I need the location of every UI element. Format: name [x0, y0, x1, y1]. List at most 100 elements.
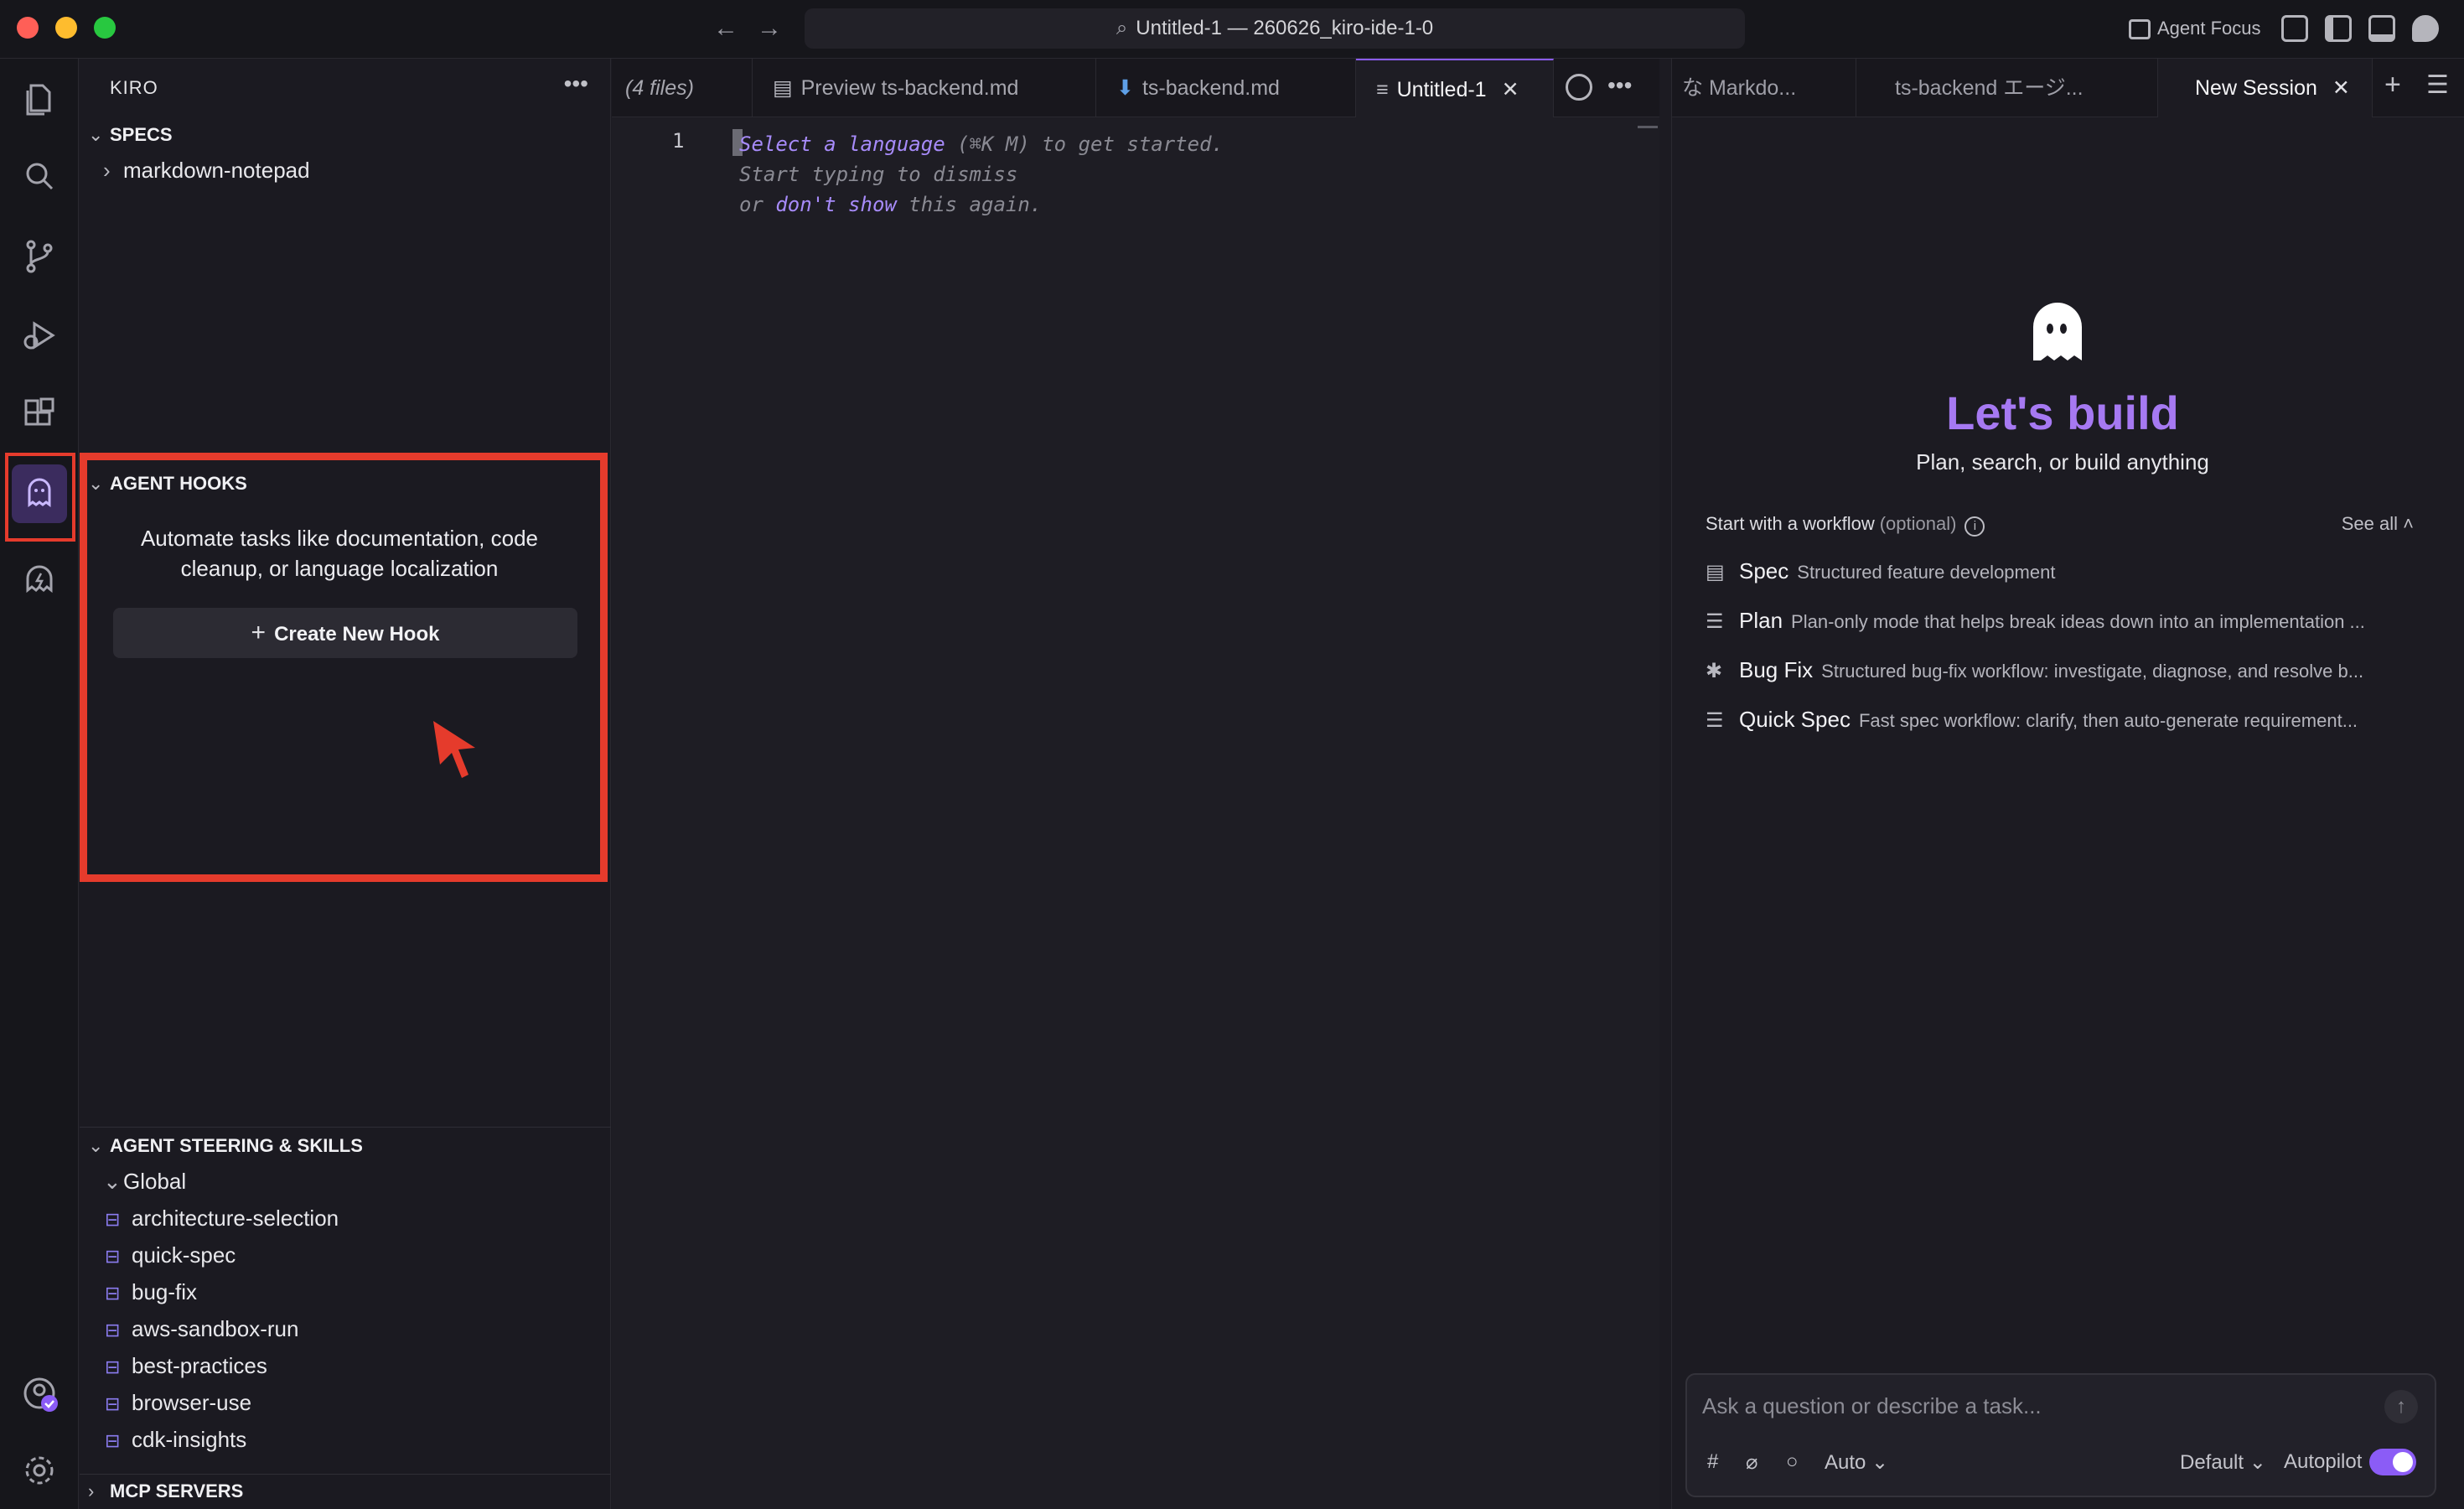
chat-feedback-icon[interactable]: [2412, 15, 2439, 42]
model-selector[interactable]: Auto ⌄: [1825, 1450, 1888, 1475]
select-language-link[interactable]: Select a language: [739, 132, 945, 156]
plus-icon: +: [251, 619, 267, 646]
command-center[interactable]: ⌕ Untitled-1 — 260626_kiro-ide-1-0: [805, 8, 1745, 49]
agent-hooks-section-header[interactable]: ⌄ AGENT HOOKS: [88, 473, 247, 495]
skill-item[interactable]: ⊟ quick-spec: [105, 1242, 236, 1268]
tab-label: Untitled-1: [1396, 78, 1487, 101]
hint-text: this again.: [896, 193, 1043, 216]
more-actions-icon[interactable]: •••: [564, 70, 588, 97]
close-tab-icon[interactable]: ✕: [1502, 60, 1519, 117]
line-number: 1: [672, 129, 685, 153]
agent-focus-button[interactable]: Agent Focus: [2129, 12, 2261, 45]
kiro-ide-window: ← → ⌕ Untitled-1 — 260626_kiro-ide-1-0 Ag…: [0, 0, 2464, 1509]
close-window-button[interactable]: [17, 17, 39, 39]
pointer-cursor-icon: [433, 721, 475, 778]
toggle-primary-sidebar-icon[interactable]: [2325, 15, 2352, 42]
skill-label: cdk-insights: [132, 1427, 247, 1452]
agent-steering-header-label: AGENT STEERING & SKILLS: [110, 1135, 363, 1156]
mode-selector[interactable]: Default ⌄: [2180, 1450, 2266, 1475]
extensions-icon[interactable]: [19, 394, 60, 434]
source-control-icon[interactable]: [19, 236, 60, 277]
agent-focus-label: Agent Focus: [2157, 18, 2261, 39]
skill-item[interactable]: ⊟ best-practices: [105, 1353, 267, 1379]
search-icon[interactable]: [19, 156, 60, 196]
list-icon: ☰: [1706, 709, 1724, 732]
skill-item[interactable]: ⊟ bug-fix: [105, 1279, 197, 1305]
see-all-link[interactable]: See all ˄: [2342, 513, 2414, 535]
attach-paperclip-icon[interactable]: ⌀: [1746, 1450, 1757, 1475]
layout-customize-icon[interactable]: [2281, 15, 2308, 42]
workflow-name: Plan: [1739, 608, 1783, 633]
chat-tab-markdown[interactable]: な Markdo...: [1672, 59, 1856, 117]
search-icon: ⌕: [1116, 17, 1128, 39]
chevron-down-icon: ⌄: [2249, 1451, 2266, 1474]
sidebar-title: KIRO: [110, 77, 158, 98]
info-icon[interactable]: i: [1964, 516, 1985, 537]
skill-label: quick-spec: [132, 1242, 236, 1268]
workflow-header: Start with a workflow (optional) i: [1706, 513, 1985, 537]
tab-label: ts-backend.md: [1141, 76, 1280, 100]
status-circle-icon[interactable]: ○: [1786, 1450, 1799, 1474]
create-new-hook-button[interactable]: + Create New Hook: [113, 608, 577, 658]
tab-multi-file[interactable]: (4 files): [612, 59, 753, 117]
signpost-icon: ⊟: [105, 1283, 121, 1304]
model-label: Auto: [1825, 1451, 1866, 1474]
explorer-icon[interactable]: [19, 79, 60, 119]
workflow-name: Quick Spec: [1739, 707, 1851, 732]
skill-item[interactable]: ⊟ aws-sandbox-run: [105, 1316, 298, 1342]
agent-steering-section-header[interactable]: ⌄ AGENT STEERING & SKILLS: [88, 1135, 363, 1157]
spec-item-markdown-notepad[interactable]: › markdown-notepad: [103, 158, 310, 184]
account-icon[interactable]: [19, 1373, 60, 1413]
chat-input-placeholder: Ask a question or describe a task...: [1702, 1393, 2042, 1418]
workflow-bug-fix[interactable]: ✱ Bug Fix Structured bug-fix workflow: inv…: [1706, 657, 2418, 683]
tab-label: (4 files): [625, 76, 694, 100]
signpost-icon: ⊟: [105, 1356, 121, 1377]
context-hash-icon[interactable]: #: [1707, 1450, 1718, 1474]
specs-section-header[interactable]: ⌄ SPECS: [88, 124, 173, 146]
chat-tab-new-session[interactable]: New Session ✕: [2158, 59, 2373, 117]
workflow-name: Bug Fix: [1739, 657, 1814, 682]
skill-item[interactable]: ⊟ cdk-insights: [105, 1427, 246, 1453]
toggle-panel-icon[interactable]: [2368, 15, 2395, 42]
chat-input-box[interactable]: Ask a question or describe a task... ↑ #…: [1685, 1373, 2436, 1497]
workflow-desc: Structured feature development: [1797, 562, 2056, 583]
steering-group-global[interactable]: ⌄Global: [103, 1169, 186, 1195]
tab-untitled-1[interactable]: ≡ Untitled-1 ✕: [1356, 59, 1554, 117]
session-list-icon[interactable]: ☰: [2426, 70, 2449, 100]
new-session-plus-icon[interactable]: +: [2384, 69, 2401, 101]
autopilot-toggle[interactable]: [2369, 1449, 2416, 1475]
settings-gear-icon[interactable]: [19, 1450, 60, 1491]
chat-subheading: Plan, search, or build anything: [1916, 449, 2209, 474]
title-bar: ← → ⌕ Untitled-1 — 260626_kiro-ide-1-0 Ag…: [0, 0, 2464, 59]
skill-label: best-practices: [132, 1353, 267, 1378]
kiro-activity-button[interactable]: [12, 464, 67, 523]
kiro-sidebar: KIRO ••• ⌄ SPECS › markdown-notepad ⌄ AGENT…: [80, 59, 611, 1509]
zoom-window-button[interactable]: [94, 17, 116, 39]
workflow-optional-label: (optional): [1879, 513, 1957, 534]
minimize-window-button[interactable]: [55, 17, 77, 39]
empty-editor-hint: Select a language (⌘K M) to get started.…: [739, 129, 1292, 220]
hint-text: or: [739, 193, 776, 216]
agent-hooks-header-label: AGENT HOOKS: [110, 473, 247, 494]
chat-tab-ts-backend[interactable]: ts-backend エージ...: [1856, 59, 2158, 117]
skill-item[interactable]: ⊟ browser-use: [105, 1390, 251, 1416]
more-actions-icon[interactable]: •••: [1607, 72, 1632, 99]
run-debug-icon[interactable]: [19, 315, 60, 355]
tab-preview-ts-backend[interactable]: ▤ Preview ts-backend.md: [753, 59, 1096, 117]
spec-item-label: markdown-notepad: [123, 158, 310, 183]
split-editor-icon[interactable]: [1566, 74, 1592, 101]
skill-item[interactable]: ⊟ architecture-selection: [105, 1206, 339, 1232]
workflow-plan[interactable]: ☰ Plan Plan-only mode that helps break ide…: [1706, 608, 2418, 634]
send-arrow-icon[interactable]: ↑: [2384, 1390, 2418, 1423]
dont-show-link[interactable]: don't show: [775, 193, 897, 216]
chevron-down-icon: ⌄: [1871, 1451, 1889, 1474]
agent-hooks-icon[interactable]: [19, 560, 60, 600]
back-arrow-icon[interactable]: ←: [709, 12, 743, 45]
chevron-down-icon: ⌄: [88, 473, 104, 494]
close-tab-icon[interactable]: ✕: [2332, 76, 2350, 100]
workflow-quick-spec[interactable]: ☰ Quick Spec Fast spec workflow: clarify, …: [1706, 707, 2418, 733]
tab-ts-backend-md[interactable]: ⬇ ts-backend.md: [1096, 59, 1356, 117]
mcp-servers-section-header[interactable]: › MCP SERVERS: [88, 1480, 243, 1502]
forward-arrow-icon[interactable]: →: [753, 12, 786, 45]
workflow-spec[interactable]: ▤ Spec Structured feature development: [1706, 558, 2418, 584]
